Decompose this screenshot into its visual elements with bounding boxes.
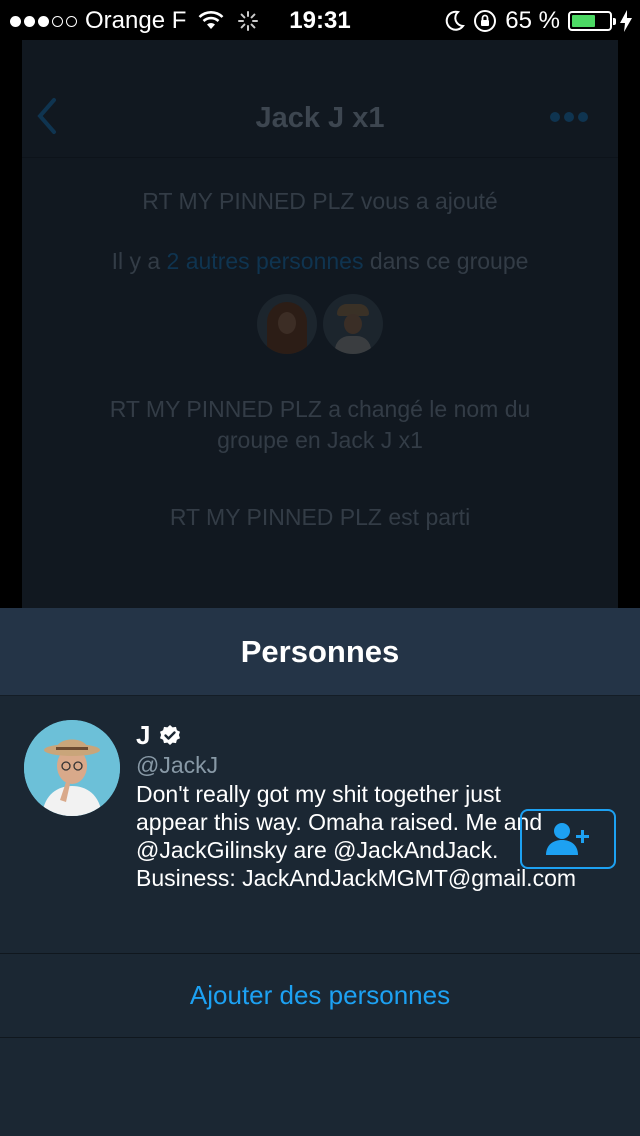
conversation-view: Jack J x1 RT MY PINNED PLZ vous a ajouté… (22, 40, 618, 610)
charging-bolt-icon (620, 10, 632, 32)
add-user-icon (546, 823, 589, 855)
system-message-left: RT MY PINNED PLZ est parti (169, 504, 471, 530)
verified-badge-icon (160, 724, 181, 745)
conversation-title: Jack J x1 (255, 102, 385, 134)
others-link[interactable]: 2 autres personnes (167, 248, 364, 274)
people-sheet: Personnes J @JackJ Don't really got my s… (0, 608, 640, 1136)
system-message-added: RT MY PINNED PLZ vous a ajouté (142, 188, 498, 214)
participant-avatars (22, 294, 618, 354)
more-dots-icon[interactable] (550, 112, 588, 122)
rotation-lock-icon (474, 10, 497, 32)
others-suffix: dans ce groupe (363, 248, 529, 274)
system-message-others: Il y a 2 autres personnes dans ce groupe (22, 246, 618, 277)
sheet-title: Personnes (240, 633, 400, 669)
add-people-label: Ajouter des personnes (189, 980, 451, 1010)
avatar-image (24, 720, 120, 816)
renamed-line-1: RT MY PINNED PLZ a changé le nom du (109, 396, 531, 422)
battery-percentage: 65 % (505, 7, 560, 34)
avatar[interactable] (257, 294, 317, 354)
person-row[interactable]: J @JackJ Don't really got my shit togeth… (0, 696, 640, 954)
background-conversation: Jack J x1 RT MY PINNED PLZ vous a ajouté… (0, 40, 640, 610)
status-bar: Orange F 19:31 65 % (0, 0, 640, 40)
person-name: J (136, 720, 151, 750)
moon-icon (446, 10, 466, 31)
conversation-nav-bar: Jack J x1 (22, 40, 618, 158)
sheet-header: Personnes (0, 608, 640, 696)
battery-icon (568, 11, 616, 31)
battery-level (572, 15, 596, 27)
status-bar-right: 65 % (445, 7, 632, 35)
renamed-line-2: groupe en Jack J x1 (217, 427, 423, 453)
system-message-renamed: RT MY PINNED PLZ a changé le nom du grou… (22, 394, 618, 456)
add-people-button[interactable]: Ajouter des personnes (0, 954, 640, 1038)
avatar[interactable] (24, 720, 120, 816)
follow-button[interactable] (520, 809, 616, 869)
person-handle: @JackJ (136, 752, 219, 778)
bio-line: Don't really got my shit together just (136, 781, 501, 807)
avatar[interactable] (323, 294, 383, 354)
person-name-row: J (136, 720, 182, 751)
others-prefix: Il y a (111, 248, 167, 274)
